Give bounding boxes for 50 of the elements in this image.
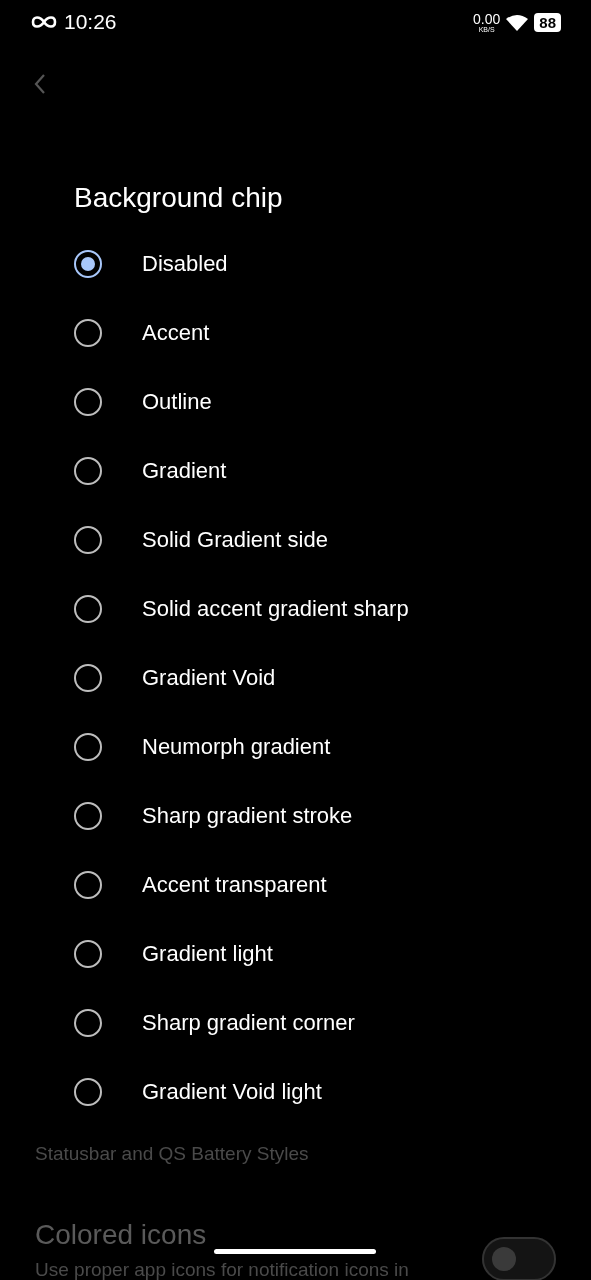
radio-button[interactable] [74, 318, 102, 347]
setting-title: Colored icons [35, 1218, 207, 1252]
radio-option[interactable]: Sharp gradient corner [74, 988, 551, 1057]
option-label: Accent transparent [142, 871, 327, 899]
option-label: Outline [142, 388, 212, 416]
radio-option[interactable]: Accent transparent [74, 850, 551, 919]
option-label: Sharp gradient corner [142, 1009, 355, 1037]
network-speed: 0.00 [473, 11, 501, 26]
radio-button[interactable] [74, 663, 102, 692]
radio-button[interactable] [74, 939, 102, 968]
option-label: Neumorph gradient [142, 733, 331, 761]
radio-option[interactable]: Gradient light [74, 919, 551, 988]
radio-option[interactable]: Outline [74, 367, 551, 436]
radio-button[interactable] [74, 594, 102, 623]
option-label: Gradient [142, 457, 227, 485]
setting-summary: Statusbar and QS Battery Styles [35, 1142, 310, 1166]
wifi-icon [506, 13, 529, 31]
radio-button[interactable] [74, 525, 102, 554]
radio-option[interactable]: Accent [74, 298, 551, 367]
option-label: Disabled [142, 250, 228, 278]
radio-option[interactable]: Gradient [74, 436, 551, 505]
radio-option[interactable]: Disabled [74, 229, 551, 298]
radio-button[interactable] [74, 249, 102, 278]
toggle-switch[interactable] [482, 1237, 556, 1280]
radio-button[interactable] [74, 732, 102, 761]
option-label: Gradient Void light [142, 1078, 322, 1106]
radio-option[interactable]: Gradient Void [74, 643, 551, 712]
radio-button[interactable] [74, 870, 102, 899]
back-icon [34, 73, 46, 95]
option-label: Gradient Void [142, 664, 276, 692]
radio-option[interactable]: Solid accent gradient sharp [74, 574, 551, 643]
radio-button[interactable] [74, 801, 102, 830]
setting-summary: Use proper app icons for notification icons in [35, 1258, 409, 1280]
radio-button[interactable] [74, 1077, 102, 1106]
option-label: Accent [142, 319, 210, 347]
option-label: Sharp gradient stroke [142, 802, 353, 830]
dialog-title: Background chip [74, 181, 284, 215]
battery-indicator: 88 [534, 12, 561, 32]
infinity-icon [30, 15, 58, 29]
radio-option[interactable]: Gradient Void light [74, 1057, 551, 1126]
radio-button[interactable] [74, 456, 102, 485]
radio-button[interactable] [74, 387, 102, 416]
radio-option[interactable]: Neumorph gradient [74, 712, 551, 781]
clock: 10:26 [64, 9, 117, 36]
option-label: Gradient light [142, 940, 273, 968]
option-label: Solid accent gradient sharp [142, 595, 409, 623]
option-label: Solid Gradient side [142, 526, 328, 554]
radio-button[interactable] [74, 1008, 102, 1037]
radio-option[interactable]: Sharp gradient stroke [74, 781, 551, 850]
radio-option[interactable]: Solid Gradient side [74, 505, 551, 574]
